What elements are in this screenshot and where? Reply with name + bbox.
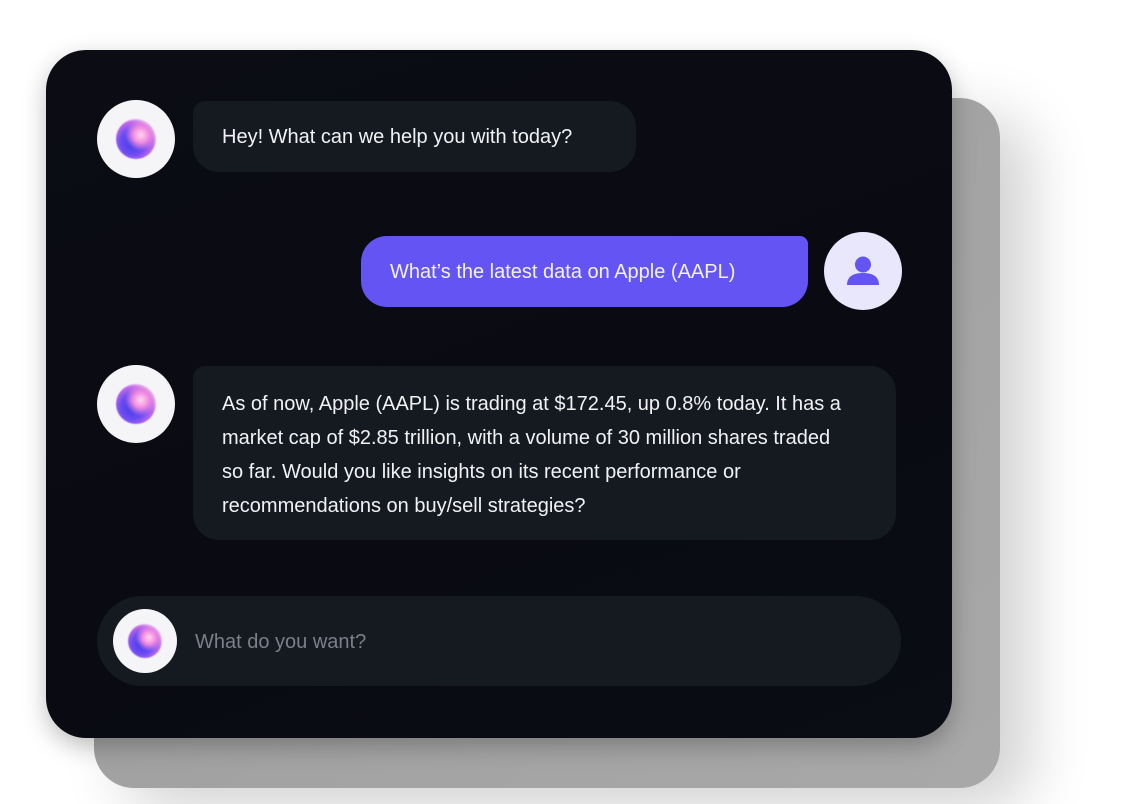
bot-avatar: [97, 100, 175, 178]
user-message: What’s the latest data on Apple (AAPL): [361, 236, 808, 307]
bot-message-text: Hey! What can we help you with today?: [222, 126, 573, 148]
gradient-orb-icon: [116, 119, 156, 159]
bot-message: As of now, Apple (AAPL) is trading at $1…: [193, 366, 896, 540]
bot-message: Hey! What can we help you with today?: [193, 101, 636, 172]
gradient-orb-icon: [128, 624, 162, 658]
message-input[interactable]: [193, 596, 877, 688]
gradient-orb-icon: [116, 384, 156, 424]
user-avatar: [824, 232, 902, 310]
message-composer: [97, 596, 901, 688]
bot-message-text: As of now, Apple (AAPL) is trading at $1…: [222, 393, 841, 517]
composer-avatar: [113, 609, 177, 673]
bot-avatar: [97, 365, 175, 443]
user-message-text: What’s the latest data on Apple (AAPL): [390, 261, 736, 283]
user-silhouette-icon: [847, 256, 879, 285]
